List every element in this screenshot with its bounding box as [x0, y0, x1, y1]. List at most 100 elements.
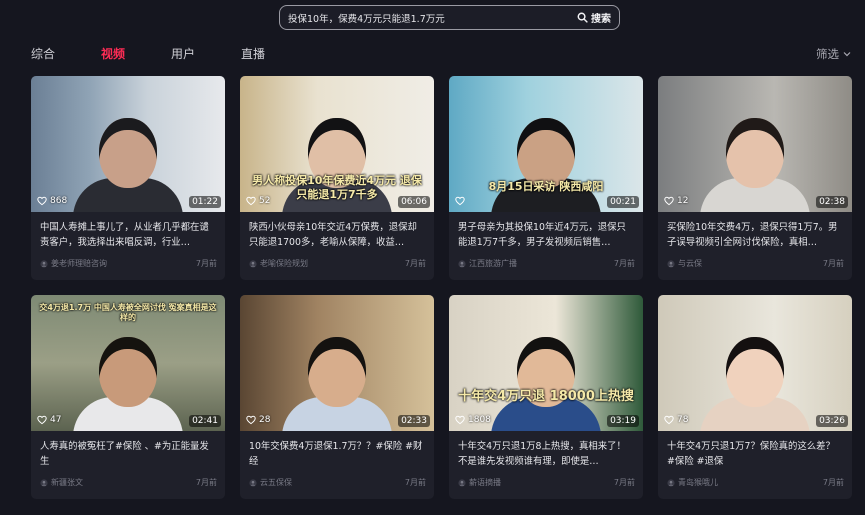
- video-thumbnail[interactable]: 男人称投保10年保费近4万元 退保只能退1万7千多 52 06:06: [240, 76, 434, 212]
- video-author[interactable]: 新疆张文: [40, 477, 83, 488]
- like-count: 28: [246, 415, 270, 425]
- video-card[interactable]: 8月15日采访 陕西咸阳 00:21 男子母亲为其投保10年近4万元，退保只能退1万…: [449, 76, 643, 280]
- tab-videos[interactable]: 视频: [101, 45, 125, 62]
- video-title[interactable]: 十年交4万只退1万7？保险真的这么差？ #保险 #退保: [667, 439, 844, 469]
- video-thumbnail[interactable]: 868 01:22: [31, 76, 225, 212]
- presenter-figure: [73, 323, 183, 431]
- video-title[interactable]: 买保险10年交费4万，退保只得1万7。男子误导视频引全网讨伐保险，真相…: [667, 220, 844, 250]
- like-count: 47: [37, 415, 61, 425]
- heart-icon: [664, 415, 674, 425]
- thumbnail-caption: 8月15日采访 陕西咸阳: [488, 180, 604, 193]
- video-card[interactable]: 12 02:38 买保险10年交费4万，退保只得1万7。男子误导视频引全网讨伐保险，…: [658, 76, 852, 280]
- video-time: 7月前: [404, 478, 426, 487]
- video-duration: 01:22: [189, 196, 221, 208]
- video-card[interactable]: 十年交4万只退 18000上热搜 1808 03:19 十年交4万只退1万8上热搜，真…: [449, 295, 643, 499]
- video-thumbnail[interactable]: 78 03:26: [658, 295, 852, 431]
- heart-icon: [246, 196, 256, 206]
- video-duration: 06:06: [398, 196, 430, 208]
- video-title[interactable]: 中国人寿摊上事儿了，从业者几乎都在谴责客户，我选择出来唱反调，行业…: [40, 220, 217, 250]
- video-author[interactable]: 薪语摘播: [458, 477, 501, 488]
- video-duration: 02:33: [398, 415, 430, 427]
- video-title[interactable]: 陕西小伙母亲10年交近4万保费，退保却只能退1700多，老喻从保障，收益…: [249, 220, 426, 250]
- video-meta: 云五保保 7月前: [249, 477, 426, 488]
- search-button[interactable]: 搜索: [577, 10, 619, 25]
- video-meta: 江西旅游广播 7月前: [458, 258, 635, 269]
- video-duration: 02:38: [816, 196, 848, 208]
- heart-icon: [455, 415, 465, 425]
- author-avatar-icon: [458, 259, 466, 268]
- video-thumbnail[interactable]: 十年交4万只退 18000上热搜 1808 03:19: [449, 295, 643, 431]
- presenter-figure: [73, 104, 183, 212]
- presenter-figure: [491, 323, 601, 431]
- filter-label: 筛选: [816, 47, 839, 61]
- tab-bar: 综合 视频 用户 直播: [31, 45, 311, 62]
- thumbnail-caption: 十年交4万只退 18000上热搜: [458, 389, 634, 404]
- author-avatar-icon: [40, 259, 48, 268]
- video-card[interactable]: 868 01:22 中国人寿摊上事儿了，从业者几乎都在谴责客户，我选择出来唱反调，行…: [31, 76, 225, 280]
- filter-button[interactable]: 筛选: [816, 46, 851, 62]
- video-author[interactable]: 与云保: [667, 258, 702, 269]
- author-avatar-icon: [458, 478, 466, 487]
- video-title[interactable]: 十年交4万只退1万8上热搜，真相来了！不是谁先发视频谁有理，即使是…: [458, 439, 635, 469]
- video-author[interactable]: 老喻保险规划: [249, 258, 308, 269]
- heart-icon: [455, 196, 465, 206]
- video-duration: 02:41: [189, 415, 221, 427]
- video-thumbnail[interactable]: 28 02:33: [240, 295, 434, 431]
- author-avatar-icon: [667, 259, 675, 268]
- video-duration: 00:21: [607, 196, 639, 208]
- video-time: 7月前: [822, 478, 844, 487]
- presenter-figure: [700, 323, 810, 431]
- video-meta: 老喻保险规划 7月前: [249, 258, 426, 269]
- video-meta: 姜老师理赔咨询 7月前: [40, 258, 217, 269]
- video-thumbnail[interactable]: 8月15日采访 陕西咸阳 00:21: [449, 76, 643, 212]
- video-author[interactable]: 姜老师理赔咨询: [40, 258, 107, 269]
- video-time: 7月前: [195, 478, 217, 487]
- video-card[interactable]: 78 03:26 十年交4万只退1万7？保险真的这么差？ #保险 #退保青岛猴哦儿 7…: [658, 295, 852, 499]
- video-time: 7月前: [195, 259, 217, 268]
- video-card[interactable]: 交4万退1.7万 中国人寿被全网讨伐 冤案真相是这样的 47 02:41 人寿真的被冤…: [31, 295, 225, 499]
- video-title[interactable]: 10年交保费4万退保1.7万？？#保险 #财经: [249, 439, 426, 469]
- video-title[interactable]: 男子母亲为其投保10年近4万元，退保只能退1万7千多，男子发视频后销售…: [458, 220, 635, 250]
- tab-comprehensive[interactable]: 综合: [31, 45, 55, 62]
- video-meta: 与云保 7月前: [667, 258, 844, 269]
- video-thumbnail[interactable]: 12 02:38: [658, 76, 852, 212]
- author-avatar-icon: [249, 259, 257, 268]
- video-time: 7月前: [613, 478, 635, 487]
- presenter-figure: [491, 104, 601, 212]
- heart-icon: [246, 415, 256, 425]
- video-thumbnail[interactable]: 交4万退1.7万 中国人寿被全网讨伐 冤案真相是这样的 47 02:41: [31, 295, 225, 431]
- video-author[interactable]: 青岛猴哦儿: [667, 477, 718, 488]
- video-time: 7月前: [404, 259, 426, 268]
- author-avatar-icon: [249, 478, 257, 487]
- search-input[interactable]: [288, 12, 577, 23]
- heart-icon: [37, 415, 47, 425]
- like-count: 1808: [455, 415, 491, 425]
- heart-icon: [37, 196, 47, 206]
- video-title[interactable]: 人寿真的被冤枉了#保险 、#为正能量发生: [40, 439, 217, 469]
- video-time: 7月前: [822, 259, 844, 268]
- like-count: [455, 196, 468, 206]
- like-count: 78: [664, 415, 688, 425]
- video-meta: 薪语摘播 7月前: [458, 477, 635, 488]
- like-count: 12: [664, 196, 688, 206]
- tab-users[interactable]: 用户: [171, 45, 195, 62]
- search-bar[interactable]: 搜索: [279, 5, 620, 30]
- video-meta: 新疆张文 7月前: [40, 477, 217, 488]
- like-count: 52: [246, 196, 270, 206]
- video-card[interactable]: 男人称投保10年保费近4万元 退保只能退1万7千多 52 06:06 陕西小伙母亲10…: [240, 76, 434, 280]
- author-avatar-icon: [667, 478, 675, 487]
- video-card[interactable]: 28 02:33 10年交保费4万退保1.7万？？#保险 #财经云五保保 7月前: [240, 295, 434, 499]
- search-button-label: 搜索: [591, 14, 611, 25]
- tab-live[interactable]: 直播: [241, 45, 265, 62]
- video-author[interactable]: 云五保保: [249, 477, 292, 488]
- thumbnail-caption: 交4万退1.7万 中国人寿被全网讨伐 冤案真相是这样的: [39, 303, 217, 322]
- chevron-down-icon: [843, 52, 851, 57]
- video-duration: 03:26: [816, 415, 848, 427]
- search-icon: [577, 12, 588, 23]
- presenter-figure: [282, 323, 392, 431]
- presenter-figure: [700, 104, 810, 212]
- heart-icon: [664, 196, 674, 206]
- video-author[interactable]: 江西旅游广播: [458, 258, 517, 269]
- like-count: 868: [37, 196, 67, 206]
- video-duration: 03:19: [607, 415, 639, 427]
